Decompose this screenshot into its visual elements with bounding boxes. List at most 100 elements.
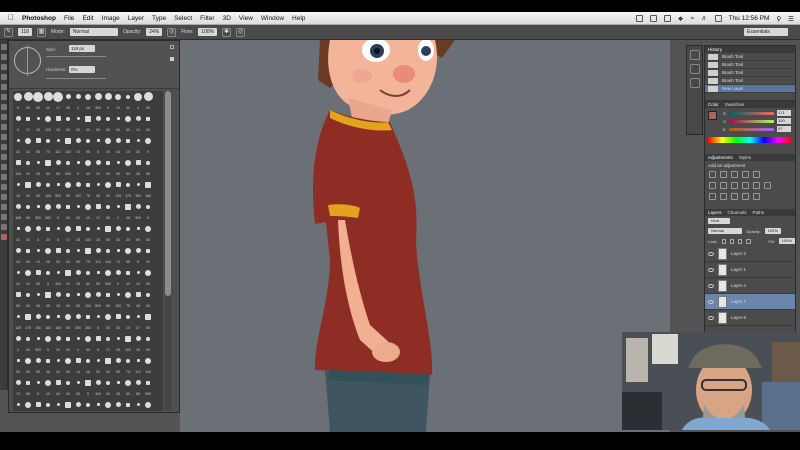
brush-preset[interactable]: 4 [73,345,83,355]
brush-preset[interactable]: 59 [33,367,43,377]
size-slider[interactable] [46,56,106,57]
brush-preset[interactable]: 30 [63,345,73,355]
brush-preset[interactable]: 44 [53,367,63,377]
vibrance-icon[interactable] [753,171,760,178]
airbrush-icon[interactable]: ✱ [222,27,231,37]
menu-filter[interactable]: Filter [200,15,214,22]
menu-help[interactable]: Help [292,15,305,22]
brightness-contrast-icon[interactable] [709,171,716,178]
brush-preset[interactable] [13,290,23,300]
brush-preset[interactable]: 38 [63,103,73,113]
brush-preset[interactable] [33,312,43,322]
brush-preset[interactable]: 10 [53,345,63,355]
brush-preset[interactable] [133,92,143,102]
brush-preset[interactable]: 30 [43,235,53,245]
b-value[interactable]: 97 [777,126,791,132]
brush-preset[interactable]: 44 [113,125,123,135]
character-panel-icon[interactable] [689,78,700,88]
brush-preset[interactable]: 55 [73,257,83,267]
brush-preset[interactable] [133,290,143,300]
brush-preset[interactable]: 74 [113,257,123,267]
brush-preset[interactable]: 95 [83,147,93,157]
brush-preset[interactable] [73,114,83,124]
brush-preset[interactable] [23,268,33,278]
brush-preset[interactable] [23,290,33,300]
brush-preset[interactable] [123,92,133,102]
brush-preset[interactable]: 17 [103,345,113,355]
brush-preset[interactable] [143,290,153,300]
brush-preset[interactable]: 300 [133,213,143,223]
brush-preset[interactable]: 15 [93,235,103,245]
brush-preset[interactable] [73,334,83,344]
brush-preset[interactable]: 93 [123,169,133,179]
menu-select[interactable]: Select [174,15,192,22]
lock-transparency-icon[interactable] [721,238,726,244]
brush-preset[interactable]: 33 [53,257,63,267]
brush-preset[interactable] [93,202,103,212]
brush-preset[interactable]: 30 [113,323,123,333]
brush-preset[interactable] [73,290,83,300]
brush-preset[interactable]: 100 [83,235,93,245]
menu-file[interactable]: File [64,15,74,22]
brush-preset[interactable]: 45 [93,191,103,201]
brush-preset[interactable] [103,180,113,190]
threshold-icon[interactable] [731,193,738,200]
layer-row[interactable]: Layer 4 [705,278,795,294]
brush-preset[interactable]: 28 [33,169,43,179]
zoom-tool-icon[interactable] [1,224,7,230]
brush-preset[interactable] [123,180,133,190]
hue-saturation-icon[interactable] [709,182,716,189]
brush-preset[interactable] [113,136,123,146]
brush-preset[interactable] [33,136,43,146]
brush-preset[interactable]: 30 [13,367,23,377]
brush-preset[interactable]: 260 [43,213,53,223]
brush-preset[interactable] [43,356,53,366]
visibility-eye-icon[interactable] [708,283,714,288]
brush-preset[interactable] [23,400,33,410]
gradient-tool-icon[interactable] [1,154,7,160]
brush-preset[interactable] [43,290,53,300]
brush-preset[interactable] [63,246,73,256]
brush-preset[interactable] [143,246,153,256]
brush-preset[interactable]: 10 [83,213,93,223]
brush-preset[interactable] [53,91,63,102]
brush-preset[interactable] [33,224,43,234]
channel-mixer-icon[interactable] [753,182,760,189]
brush-preset[interactable]: 35 [43,301,53,311]
black-white-icon[interactable] [731,182,738,189]
brush-preset[interactable]: 60 [63,367,73,377]
brush-preset[interactable] [83,400,93,410]
brush-preset[interactable]: 95 [23,389,33,399]
brush-preset[interactable]: 14 [73,367,83,377]
brush-preset[interactable]: 17 [93,213,103,223]
hardness-slider[interactable] [46,78,106,79]
brush-preset[interactable] [43,92,53,102]
shape-tool-icon[interactable] [1,204,7,210]
brush-preset[interactable]: 10 [113,103,123,113]
brush-preset[interactable]: 500 [143,389,153,399]
brush-preset[interactable]: 55 [113,367,123,377]
brush-preset[interactable] [53,312,63,322]
color-ramp[interactable] [708,137,792,143]
brush-preset[interactable]: 9 [113,279,123,289]
brush-preset[interactable]: 19 [23,169,33,179]
brush-preset[interactable] [23,334,33,344]
brush-preset[interactable] [133,334,143,344]
brush-preset[interactable] [63,92,73,102]
brush-preset[interactable]: 160 [143,191,153,201]
history-item[interactable]: Brush Tool [705,61,795,69]
brush-preset[interactable]: 19 [143,257,153,267]
brush-preset[interactable] [33,334,43,344]
brush-preset[interactable]: 44 [113,147,123,157]
brush-preset[interactable]: 44 [53,389,63,399]
brush-preset[interactable]: 10 [123,323,133,333]
visibility-eye-icon[interactable] [708,267,714,272]
brush-preset[interactable] [43,312,53,322]
levels-icon[interactable] [720,171,727,178]
brush-preset[interactable] [23,136,33,146]
menu-view[interactable]: View [239,15,253,22]
brush-preset[interactable]: 20 [103,191,113,201]
brush-preset[interactable] [43,158,53,168]
brush-preset[interactable] [143,312,153,322]
battery-icon[interactable] [714,15,722,22]
